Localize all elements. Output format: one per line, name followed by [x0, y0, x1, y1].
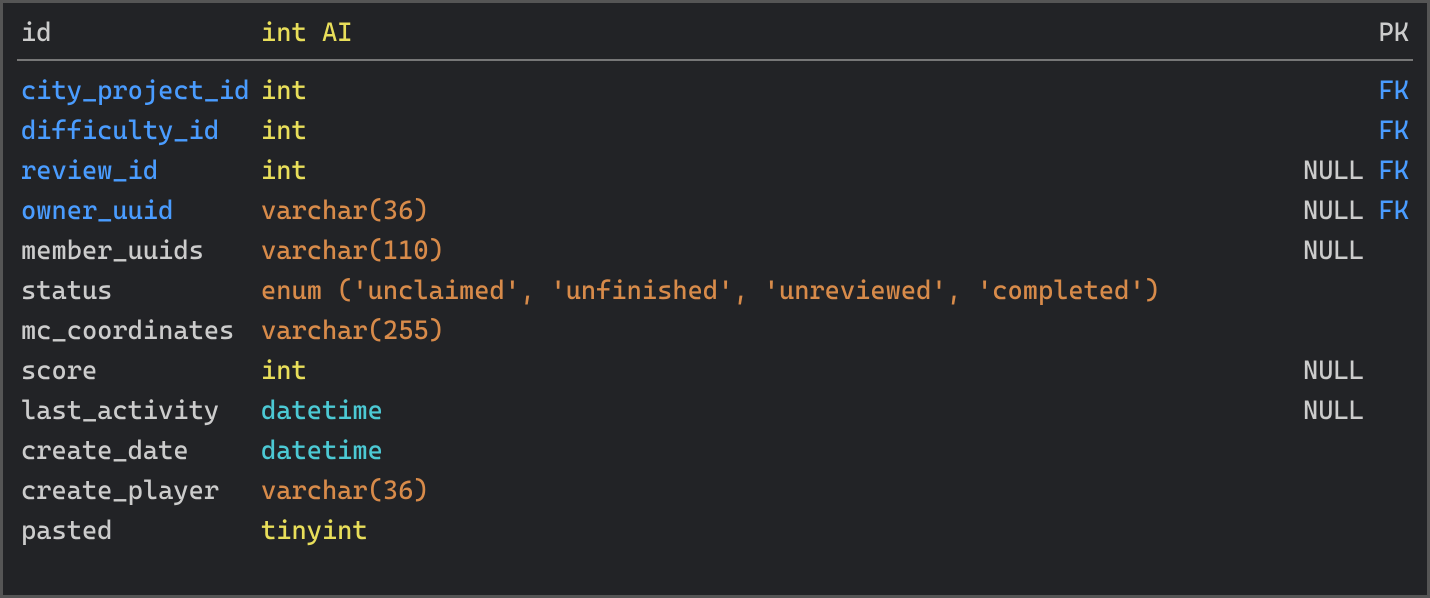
column-nullable: NULL — [1303, 231, 1373, 271]
column-row[interactable]: statusenum ('unclaimed', 'unfinished', '… — [21, 271, 1409, 311]
column-type: int — [261, 151, 1303, 191]
column-name: member_uuids — [21, 231, 261, 271]
column-type: int — [261, 111, 1303, 151]
column-type: int — [261, 351, 1303, 391]
column-name: pasted — [21, 511, 261, 551]
column-row[interactable]: review_idintNULLFK — [21, 151, 1409, 191]
column-name: city_project_id — [21, 71, 261, 111]
column-name: last_activity — [21, 391, 261, 431]
column-row[interactable]: member_uuidsvarchar(110)NULL — [21, 231, 1409, 271]
column-row[interactable]: difficulty_idint FK — [21, 111, 1409, 151]
column-type: int — [261, 71, 1303, 111]
column-key: FK — [1373, 111, 1409, 151]
column-type: tinyint — [261, 511, 1303, 551]
column-name: create_player — [21, 471, 261, 511]
column-nullable: NULL — [1303, 391, 1373, 431]
column-type: int AI — [261, 13, 1303, 53]
column-type: varchar(36) — [261, 191, 1303, 231]
column-nullable: NULL — [1303, 151, 1373, 191]
column-nullable: NULL — [1303, 191, 1373, 231]
column-key: FK — [1373, 191, 1409, 231]
column-nullable: NULL — [1303, 351, 1373, 391]
column-row[interactable]: scoreintNULL — [21, 351, 1409, 391]
column-type: varchar(36) — [261, 471, 1303, 511]
column-key: FK — [1373, 71, 1409, 111]
pk-separator — [17, 59, 1413, 61]
column-name: score — [21, 351, 261, 391]
column-row[interactable]: city_project_idint FK — [21, 71, 1409, 111]
column-name: difficulty_id — [21, 111, 261, 151]
column-row[interactable]: mc_coordinatesvarchar(255) — [21, 311, 1409, 351]
column-type: varchar(255) — [261, 311, 1303, 351]
column-name: create_date — [21, 431, 261, 471]
column-row[interactable]: create_playervarchar(36) — [21, 471, 1409, 511]
column-name: status — [21, 271, 261, 311]
column-row[interactable]: create_datedatetime — [21, 431, 1409, 471]
column-key: FK — [1373, 151, 1409, 191]
column-type: datetime — [261, 431, 1303, 471]
column-row-pk[interactable]: id int AI PK — [21, 13, 1409, 53]
schema-table-panel: id int AI PK city_project_idintFKdifficu… — [2, 2, 1428, 596]
column-key: PK — [1373, 13, 1409, 53]
column-row[interactable]: pastedtinyint — [21, 511, 1409, 551]
column-name: review_id — [21, 151, 261, 191]
column-type: enum ('unclaimed', 'unfinished', 'unrevi… — [261, 271, 1303, 311]
column-type: varchar(110) — [261, 231, 1303, 271]
column-name: owner_uuid — [21, 191, 261, 231]
column-name: mc_coordinates — [21, 311, 261, 351]
column-row[interactable]: last_activitydatetimeNULL — [21, 391, 1409, 431]
column-type: datetime — [261, 391, 1303, 431]
column-name: id — [21, 13, 261, 53]
column-row[interactable]: owner_uuidvarchar(36)NULLFK — [21, 191, 1409, 231]
